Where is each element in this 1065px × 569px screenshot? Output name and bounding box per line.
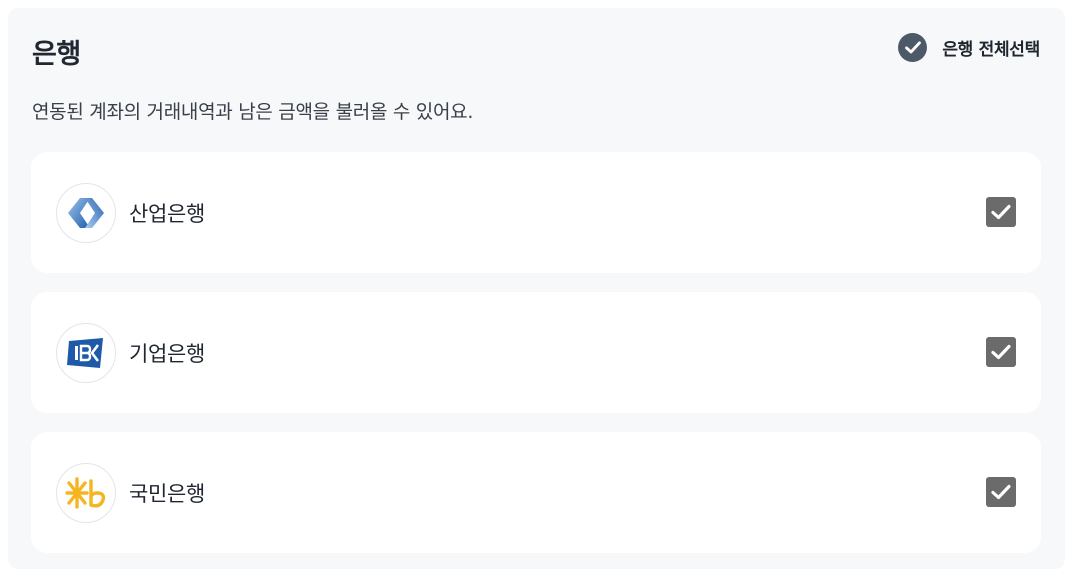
bank-name: 기업은행 — [129, 341, 206, 366]
bank-checkbox[interactable] — [986, 197, 1016, 227]
bank-item-kb[interactable]: 국민은행 — [31, 432, 1041, 553]
select-all-banks-button[interactable]: 은행 전체선택 — [898, 32, 1040, 62]
bank-checkbox[interactable] — [986, 477, 1016, 507]
section-description: 연동된 계좌의 거래내역과 남은 금액을 불러올 수 있어요. — [32, 101, 474, 123]
bank-selection-panel: 은행 은행 전체선택 연동된 계좌의 거래내역과 남은 금액을 불러올 수 있어… — [8, 8, 1065, 569]
bank-name: 산업은행 — [129, 201, 206, 226]
bank-item-ibk[interactable]: 기업은행 — [31, 292, 1041, 413]
bank-item-kdb[interactable]: 산업은행 — [31, 152, 1041, 273]
kdb-logo-icon — [56, 182, 116, 243]
ibk-logo-icon — [56, 322, 116, 383]
check-circle-icon — [898, 32, 928, 62]
bank-checkbox[interactable] — [986, 337, 1016, 367]
select-all-label: 은행 전체선택 — [942, 39, 1040, 60]
bank-name: 국민은행 — [129, 481, 206, 506]
kb-logo-icon — [56, 462, 116, 523]
section-title: 은행 — [32, 39, 81, 70]
